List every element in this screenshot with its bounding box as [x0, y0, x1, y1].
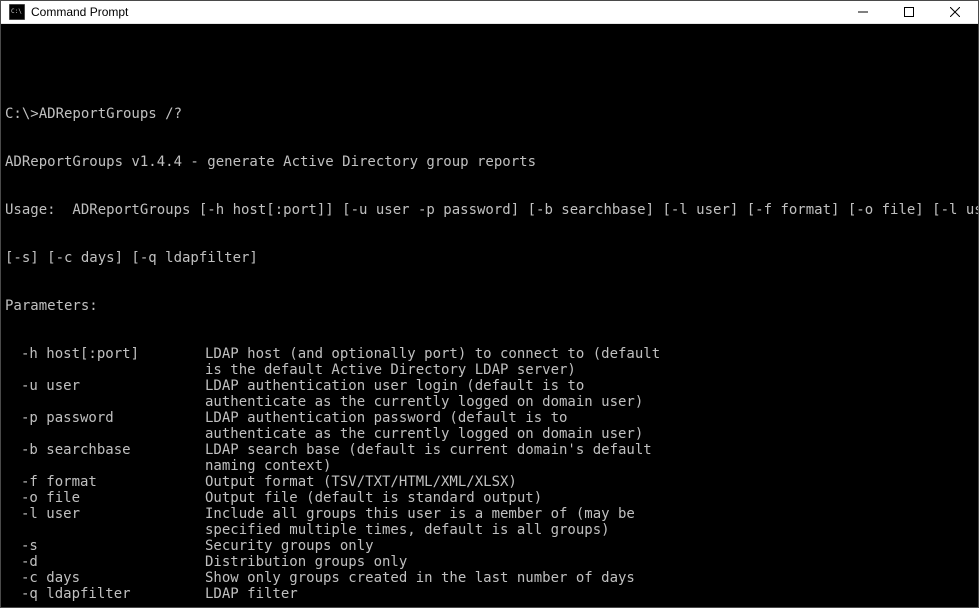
param-desc-cont: naming context)	[205, 458, 331, 474]
param-flag: -f format	[5, 474, 205, 490]
param-row: authenticate as the currently logged on …	[5, 394, 974, 410]
terminal-output[interactable]: C:\>ADReportGroups /? ADReportGroups v1.…	[1, 24, 978, 607]
close-button[interactable]	[932, 1, 978, 23]
terminal-line: Usage: ADReportGroups [-h host[:port]] […	[5, 202, 974, 218]
cmd-icon: C:\	[9, 4, 25, 20]
param-desc: Output file (default is standard output)	[205, 490, 542, 506]
maximize-button[interactable]	[886, 1, 932, 23]
param-row: -dDistribution groups only	[5, 554, 974, 570]
param-flag: -u user	[5, 378, 205, 394]
param-flag: -h host[:port]	[5, 346, 205, 362]
param-desc-cont: specified multiple times, default is all…	[205, 522, 610, 538]
param-desc: LDAP search base (default is current dom…	[205, 442, 652, 458]
param-flag: -l user	[5, 506, 205, 522]
terminal-line: [-s] [-c days] [-q ldapfilter]	[5, 250, 974, 266]
param-row: -p passwordLDAP authentication password …	[5, 410, 974, 426]
param-flag: -s	[5, 538, 205, 554]
param-desc: Security groups only	[205, 538, 374, 554]
param-desc: LDAP authentication user login (default …	[205, 378, 584, 394]
param-row: -u userLDAP authentication user login (d…	[5, 378, 974, 394]
param-row: -f formatOutput format (TSV/TXT/HTML/XML…	[5, 474, 974, 490]
param-row: -b searchbaseLDAP search base (default i…	[5, 442, 974, 458]
param-row: -c daysShow only groups created in the l…	[5, 570, 974, 586]
param-flag: -d	[5, 554, 205, 570]
param-desc: LDAP filter	[205, 586, 298, 602]
param-flag: -p password	[5, 410, 205, 426]
param-desc: Include all groups this user is a member…	[205, 506, 635, 522]
titlebar-controls	[840, 1, 978, 23]
param-desc: LDAP host (and optionally port) to conne…	[205, 346, 660, 362]
param-row: is the default Active Directory LDAP ser…	[5, 362, 974, 378]
svg-text:C:\: C:\	[11, 8, 22, 15]
param-flag: -b searchbase	[5, 442, 205, 458]
terminal-line: C:\>ADReportGroups /?	[5, 106, 974, 122]
param-desc-cont: authenticate as the currently logged on …	[205, 426, 643, 442]
param-desc-cont: authenticate as the currently logged on …	[205, 394, 643, 410]
param-desc: LDAP authentication password (default is…	[205, 410, 567, 426]
param-row: authenticate as the currently logged on …	[5, 426, 974, 442]
param-row: specified multiple times, default is all…	[5, 522, 974, 538]
param-flag: -o file	[5, 490, 205, 506]
param-row: -q ldapfilterLDAP filter	[5, 586, 974, 602]
param-desc: Output format (TSV/TXT/HTML/XML/XLSX)	[205, 474, 517, 490]
window-title: Command Prompt	[31, 5, 128, 19]
minimize-button[interactable]	[840, 1, 886, 23]
param-row: -l userInclude all groups this user is a…	[5, 506, 974, 522]
titlebar[interactable]: C:\ Command Prompt	[1, 1, 978, 24]
param-row: -h host[:port]LDAP host (and optionally …	[5, 346, 974, 362]
terminal-line: ADReportGroups v1.4.4 - generate Active …	[5, 154, 974, 170]
param-desc-cont: is the default Active Directory LDAP ser…	[205, 362, 576, 378]
command-prompt-window: C:\ Command Prompt C:\>ADReportGroups /?…	[0, 0, 979, 608]
param-desc: Show only groups created in the last num…	[205, 570, 635, 586]
param-row: -sSecurity groups only	[5, 538, 974, 554]
param-flag: -q ldapfilter	[5, 586, 205, 602]
param-desc: Distribution groups only	[205, 554, 407, 570]
terminal-line: Parameters:	[5, 298, 974, 314]
param-row: -o fileOutput file (default is standard …	[5, 490, 974, 506]
param-row: naming context)	[5, 458, 974, 474]
param-flag: -c days	[5, 570, 205, 586]
